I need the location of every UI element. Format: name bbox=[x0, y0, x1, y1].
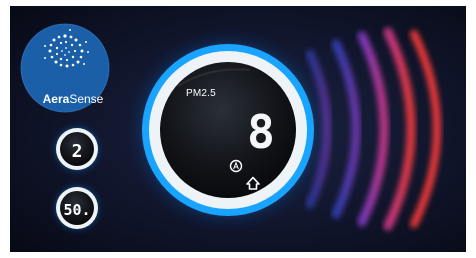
brand-name: AeraSense bbox=[32, 92, 114, 106]
small-display-2-value: 50. bbox=[63, 201, 90, 219]
main-display-label: PM2.5 bbox=[186, 88, 216, 99]
main-display-screen bbox=[160, 62, 296, 198]
banner-graphic: 2 50. 8 bbox=[10, 6, 466, 252]
brand-name-part2: Sense bbox=[69, 92, 104, 106]
main-display bbox=[130, 32, 326, 228]
small-display-1-value: 2 bbox=[72, 141, 83, 162]
hero-banner: 2 50. 8 AeraSense PM2.5 bbox=[10, 6, 466, 252]
brand-name-part1: Aera bbox=[42, 92, 70, 106]
main-display-value: 8 bbox=[247, 105, 275, 159]
